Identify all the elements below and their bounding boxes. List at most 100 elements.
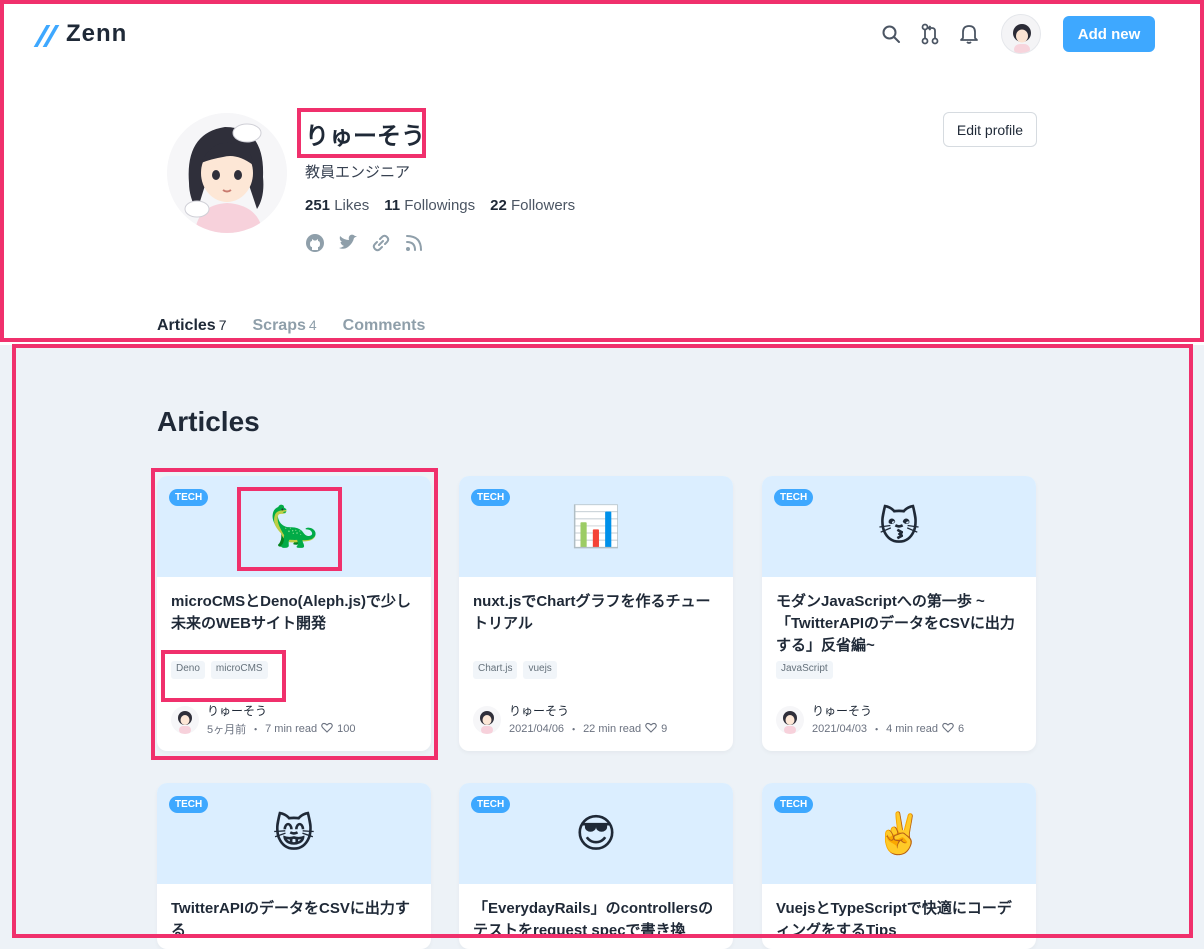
- author-avatar[interactable]: [776, 705, 804, 734]
- article-read-time: 22 min read: [583, 723, 642, 735]
- site-header: Zenn Add new: [0, 0, 1204, 70]
- article-tag[interactable]: JavaScript: [776, 661, 833, 679]
- article-meta: 5ヶ月前・ 7 min read 100: [207, 722, 356, 736]
- tab-comments-label: Comments: [342, 317, 426, 334]
- article-title[interactable]: nuxt.jsでChartグラフを作るチュートリアル: [459, 577, 733, 661]
- article-card-header: TECH 🦕: [157, 476, 431, 577]
- article-likes: 9: [661, 723, 668, 735]
- article-card-header: TECH ✌️: [762, 783, 1036, 884]
- article-card[interactable]: TECH ✌️ VuejsとTypeScriptで快適にコーディングをするTip…: [762, 783, 1036, 949]
- tab-articles-count: 7: [218, 317, 227, 333]
- zenn-logo-mark-icon: [33, 23, 60, 47]
- author-avatar[interactable]: [171, 705, 199, 734]
- author-name[interactable]: りゅーそう: [509, 702, 667, 719]
- article-tag[interactable]: microCMS: [210, 661, 268, 679]
- article-author: りゅーそう 5ヶ月前・ 7 min read 100: [171, 702, 355, 737]
- tech-badge: TECH: [774, 796, 814, 813]
- user-avatar[interactable]: [1001, 14, 1041, 54]
- likes-stat[interactable]: 251 Likes: [305, 197, 369, 214]
- followings-label: Followings: [404, 197, 476, 214]
- article-read-time: 4 min read: [886, 723, 939, 735]
- article-emoji: 😸: [273, 811, 315, 856]
- article-date: 5ヶ月前: [207, 724, 247, 736]
- article-tags: Deno microCMS: [157, 661, 431, 679]
- article-card[interactable]: TECH 🦕 microCMSとDeno(Aleph.js)で少し未来のWEBサ…: [157, 476, 431, 751]
- tab-articles-label: Articles: [157, 317, 216, 334]
- social-links: [305, 233, 424, 253]
- author-avatar[interactable]: [473, 705, 501, 734]
- article-meta: 2021/04/06 ・ 22 min read 9: [509, 722, 668, 736]
- article-card-header: TECH 😽: [762, 476, 1036, 577]
- article-tag[interactable]: Deno: [171, 661, 205, 679]
- article-title[interactable]: 「EverydayRails」のcontrollersのテストをrequest …: [459, 884, 733, 949]
- article-title[interactable]: モダンJavaScriptへの第一歩 ~「TwitterAPIのデータをCSVに…: [762, 577, 1036, 661]
- twitter-icon[interactable]: [338, 233, 358, 253]
- article-title[interactable]: microCMSとDeno(Aleph.js)で少し未来のWEBサイト開発: [157, 577, 431, 661]
- github-icon[interactable]: [305, 233, 325, 253]
- article-card-header: TECH 📊: [459, 476, 733, 577]
- article-card-header: TECH 😎: [459, 783, 733, 884]
- link-icon[interactable]: [371, 233, 391, 253]
- heart-icon: [942, 722, 954, 736]
- tech-badge: TECH: [169, 489, 209, 506]
- tech-badge: TECH: [471, 489, 511, 506]
- profile-bio: 教員エンジニア: [305, 164, 411, 181]
- article-date: 2021/04/06: [509, 723, 565, 735]
- profile-name: りゅーそう: [305, 123, 425, 150]
- followers-count: 22: [490, 197, 507, 214]
- article-date: 2021/04/03: [812, 723, 868, 735]
- article-card[interactable]: TECH 😸 TwitterAPIのデータをCSVに出力する: [157, 783, 431, 949]
- likes-label: Likes: [334, 197, 370, 214]
- article-title[interactable]: TwitterAPIのデータをCSVに出力する: [157, 884, 431, 949]
- followings-count: 11: [384, 197, 401, 214]
- author-name[interactable]: りゅーそう: [812, 702, 964, 719]
- article-emoji: ✌️: [874, 811, 924, 856]
- likes-count: 251: [305, 197, 331, 214]
- article-author: りゅーそう 2021/04/03 ・ 4 min read 6: [776, 702, 964, 737]
- tech-badge: TECH: [169, 796, 209, 813]
- article-author: りゅーそう 2021/04/06 ・ 22 min read 9: [473, 702, 667, 737]
- tab-articles[interactable]: Articles 7: [157, 317, 227, 335]
- article-tag[interactable]: Chart.js: [473, 661, 518, 679]
- edit-profile-button[interactable]: Edit profile: [943, 112, 1037, 147]
- tech-badge: TECH: [774, 489, 814, 506]
- article-likes: 100: [337, 723, 356, 735]
- profile-tabs: Articles 7 Scraps 4 Comments: [157, 317, 425, 335]
- followers-stat[interactable]: 22 Followers: [490, 197, 575, 214]
- article-tags: Chart.js vuejs: [459, 661, 733, 679]
- article-emoji: 🦕: [269, 504, 319, 549]
- pull-request-icon[interactable]: [918, 22, 942, 46]
- followers-label: Followers: [511, 197, 576, 214]
- article-meta: 2021/04/03 ・ 4 min read 6: [812, 722, 965, 736]
- author-name[interactable]: りゅーそう: [207, 702, 355, 719]
- heart-icon: [321, 722, 333, 736]
- tab-scraps[interactable]: Scraps 4: [253, 317, 317, 335]
- tab-comments[interactable]: Comments: [343, 317, 426, 335]
- add-new-button[interactable]: Add new: [1063, 16, 1155, 52]
- bell-icon[interactable]: [957, 22, 981, 46]
- profile-avatar: [167, 113, 287, 233]
- article-read-time: 7 min read: [265, 723, 318, 735]
- article-emoji: 😎: [575, 811, 617, 856]
- tab-scraps-count: 4: [308, 317, 317, 333]
- zenn-logo[interactable]: Zenn: [33, 20, 128, 48]
- article-card[interactable]: TECH 📊 nuxt.jsでChartグラフを作るチュートリアル Chart.…: [459, 476, 733, 751]
- article-tags: JavaScript: [762, 661, 1036, 679]
- tech-badge: TECH: [471, 796, 511, 813]
- articles-heading: Articles: [157, 406, 260, 437]
- article-likes: 6: [958, 723, 965, 735]
- logo-text: Zenn: [66, 20, 128, 47]
- heart-icon: [645, 722, 657, 736]
- article-emoji: 😽: [878, 504, 920, 549]
- tab-scraps-label: Scraps: [252, 317, 306, 334]
- followings-stat[interactable]: 11 Followings: [384, 197, 475, 214]
- article-card-header: TECH 😸: [157, 783, 431, 884]
- article-tag[interactable]: vuejs: [523, 661, 557, 679]
- rss-icon[interactable]: [404, 233, 424, 253]
- article-card[interactable]: TECH 😎 「EverydayRails」のcontrollersのテストをr…: [459, 783, 733, 949]
- article-emoji: 📊: [571, 504, 621, 549]
- profile-stats: 251 Likes 11 Followings 22 Followers: [305, 197, 575, 214]
- search-icon[interactable]: [879, 22, 903, 46]
- article-title[interactable]: VuejsとTypeScriptで快適にコーディングをするTips: [762, 884, 1036, 949]
- article-card[interactable]: TECH 😽 モダンJavaScriptへの第一歩 ~「TwitterAPIのデ…: [762, 476, 1036, 751]
